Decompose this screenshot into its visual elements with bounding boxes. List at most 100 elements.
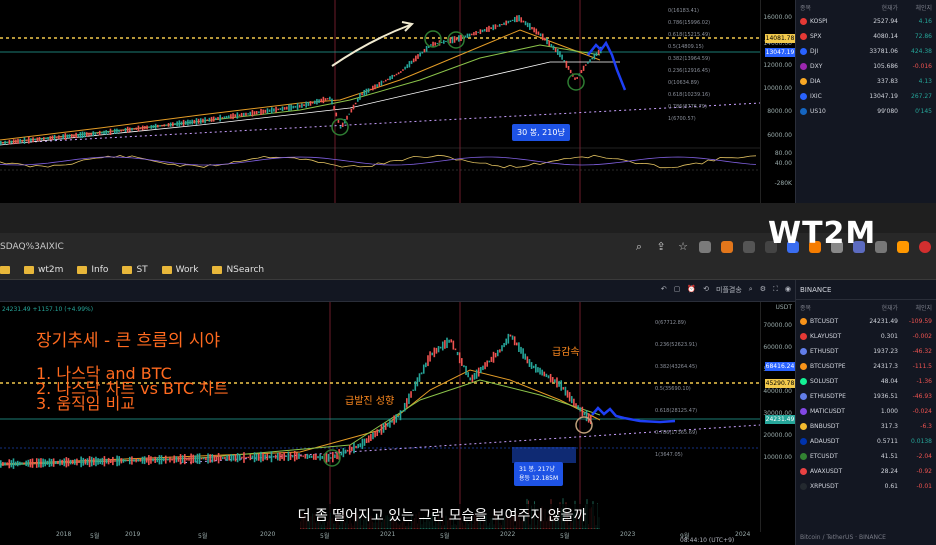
symbol-text: BTCUSDT (810, 318, 839, 325)
bookmark-work[interactable]: Work (161, 265, 198, 275)
candle (308, 455, 311, 459)
extension-icon[interactable] (875, 240, 887, 253)
profile-icon[interactable] (919, 240, 931, 253)
extension-icon[interactable] (897, 240, 909, 253)
candle (236, 112, 239, 119)
candle (277, 108, 280, 111)
candle (579, 407, 582, 412)
bookmark-nsearch[interactable]: NSearch (212, 265, 264, 275)
bookmark-info[interactable]: Info (77, 265, 108, 275)
bookmark-st[interactable]: ST (122, 265, 148, 275)
candle (48, 458, 51, 468)
candle (253, 452, 256, 463)
candle (113, 128, 116, 134)
watchlist-row[interactable]: US10 99'080 0'145 (796, 104, 936, 119)
price-tag-blue: 68416.24 (765, 362, 795, 371)
candle (408, 393, 410, 404)
candle (483, 29, 486, 32)
watchlist-row[interactable]: BNBUSDT 317.3 -6.3 (796, 419, 936, 434)
top-price-axis[interactable]: 16000.00 14000.00 12000.00 10000.00 8000… (760, 0, 795, 203)
candle (8, 139, 11, 145)
row-price: 24231.49 (869, 318, 898, 325)
candle (473, 32, 475, 36)
share-icon[interactable]: ⇪ (650, 240, 672, 253)
metamask-icon[interactable] (721, 240, 733, 253)
candle (376, 429, 379, 437)
row-change: 424.38 (911, 48, 932, 55)
overlay-list-item: 3. 움직임 비교 (36, 394, 136, 413)
watchlist-row[interactable]: BTCUSDT 24231.49 -109.59 (796, 314, 936, 329)
candle (249, 111, 252, 116)
extension-icon[interactable] (699, 240, 711, 253)
symbol-text: ADAUSDT (810, 438, 840, 445)
watchlist-row[interactable]: BTCUSDTPE 24317.3 -111.5 (796, 359, 936, 374)
watchlist-row[interactable]: SOLUSDT 48.04 -1.36 (796, 374, 936, 389)
bookmark-wt2m[interactable]: wt2m (24, 265, 63, 275)
row-change: -0.01 (916, 483, 932, 490)
time-axis[interactable]: 2018 5월 2019 5월 2020 5월 2021 5월 2022 5월 … (0, 529, 760, 545)
bottom-price-axis[interactable]: USDT 70000.00 60000.00 50000.00 40000.00… (760, 302, 795, 532)
candle (173, 455, 176, 464)
candle (255, 453, 258, 461)
row-symbol: SPX (800, 33, 856, 40)
bottom-chart-panel[interactable]: ↶ ▢ ⏰ ⟲ 미플결송 ⌕ ⚙ ⛶ ◉ 24231.49 +1157.10 (… (0, 280, 795, 545)
candle (321, 455, 324, 459)
candle (437, 346, 440, 353)
candle (120, 129, 123, 132)
candle (464, 35, 467, 38)
candle (34, 138, 37, 141)
bookmark-star-icon[interactable]: ☆ (672, 240, 694, 253)
candle (286, 106, 288, 110)
candle (198, 453, 201, 465)
candle (23, 462, 25, 465)
candle (274, 454, 277, 459)
watchlist-row[interactable]: IXIC 13047.19 267.27 (796, 89, 936, 104)
watchlist-row[interactable]: ADAUSDT 0.5711 0.0138 (796, 434, 936, 449)
exchange-header[interactable]: BINANCE (796, 280, 936, 300)
row-symbol: SOLUSDT (800, 378, 856, 385)
extension-icon[interactable] (743, 240, 755, 253)
watchlist-row[interactable]: ETHUSDT 1937.23 -46.32 (796, 344, 936, 359)
candle (414, 381, 417, 391)
top-price-chart[interactable] (0, 0, 795, 203)
candle (137, 459, 140, 462)
candle (333, 105, 335, 111)
watchlist-row[interactable]: KOSPI 2527.94 4.16 (796, 14, 936, 29)
symbol-text: ETHUSDTPE (810, 393, 846, 400)
candle (298, 104, 301, 108)
candle (161, 124, 163, 127)
candle (526, 22, 529, 28)
watchlist-row[interactable]: ETCUSDT 41.51 -2.04 (796, 449, 936, 464)
watchlist-row[interactable]: DIA 337.83 4.13 (796, 74, 936, 89)
bookmark-folder[interactable] (0, 265, 10, 274)
candle (458, 35, 460, 42)
watchlist-row[interactable]: MATICUSDT 1.000 -0.024 (796, 404, 936, 419)
candle (467, 372, 469, 378)
candle (533, 27, 535, 33)
watchlist-row[interactable]: SPX 4080.14 72.86 (796, 29, 936, 44)
watchlist-row[interactable]: ETHUSDTPE 1936.51 -46.93 (796, 389, 936, 404)
candle (475, 30, 477, 36)
row-price: 28.24 (880, 468, 898, 475)
candle (19, 461, 21, 466)
candle (270, 107, 273, 114)
watchlist-row[interactable]: DJI 33781.06 424.38 (796, 44, 936, 59)
top-chart-panel[interactable]: 30 봉, 210냥 0(16183.41) 0.786(15996.02) 0.6… (0, 0, 795, 203)
watchlist-row[interactable]: DXY 105.686 -0.016 (796, 59, 936, 74)
watchlist-row[interactable]: KLAYUSDT 0.301 -0.002 (796, 329, 936, 344)
candle (195, 118, 198, 125)
candle (470, 33, 473, 36)
watchlist-row[interactable]: XRPUSDT 0.61 -0.01 (796, 479, 936, 494)
fib-label: 0(16183.41) (668, 8, 699, 14)
row-change: -6.3 (920, 423, 932, 430)
candle (61, 459, 63, 465)
candle (236, 453, 239, 463)
candle (99, 458, 101, 465)
watchlist-row[interactable]: AVAXUSDT 28.24 -0.92 (796, 464, 936, 479)
url-text[interactable]: SDAQ%3AIXIC (0, 242, 628, 252)
price-tag-current: 24231.49 (765, 415, 795, 424)
candle (16, 460, 19, 467)
candle (292, 105, 295, 109)
zoom-icon[interactable]: ⌕ (628, 240, 650, 254)
candle (570, 396, 573, 404)
